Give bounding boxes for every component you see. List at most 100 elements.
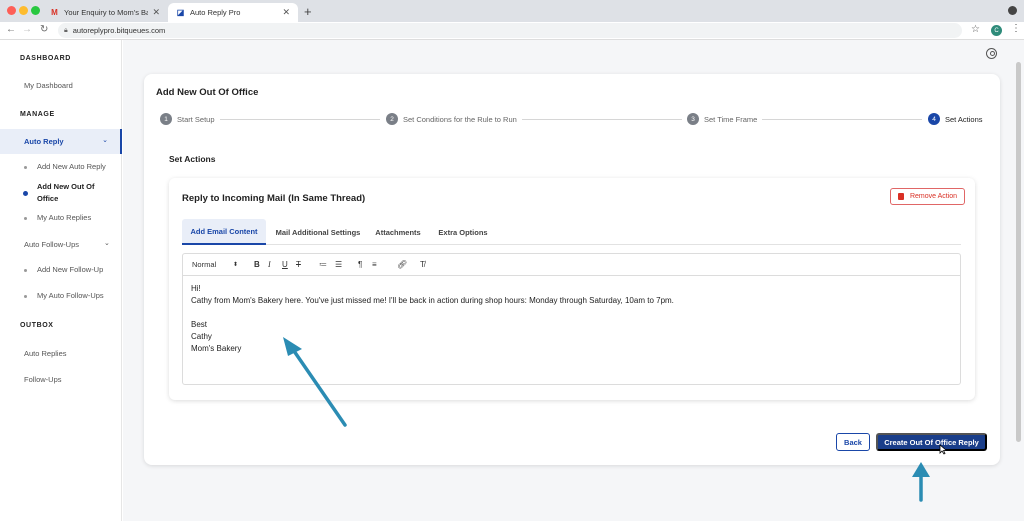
sidebar-heading-dashboard: DASHBOARD <box>20 55 71 62</box>
maximize-window-button[interactable] <box>31 6 40 15</box>
sidebar-item-my-auto-follow-ups[interactable]: My Auto Follow-Ups <box>37 290 104 302</box>
account-icon[interactable] <box>986 48 997 59</box>
select-arrows-icon[interactable]: ⬍ <box>233 261 238 268</box>
lock-icon: 🔒︎ <box>64 26 68 34</box>
step-2[interactable]: 2 Set Conditions for the Rule to Run <box>386 113 517 125</box>
sidebar-heading-outbox: OUTBOX <box>20 322 54 329</box>
link-icon[interactable]: 🔗︎ <box>397 260 407 269</box>
step-connector <box>522 119 682 120</box>
back-arrow-icon[interactable]: ← <box>6 24 16 35</box>
sidebar-item-label: Auto Reply <box>24 137 64 146</box>
back-button[interactable]: Back <box>836 433 870 451</box>
body-line: Cathy from Mom's Bakery here. You've jus… <box>191 296 674 305</box>
remove-action-button[interactable]: Remove Action <box>890 188 965 205</box>
bullet-icon <box>24 217 27 220</box>
tab-extra-options[interactable]: Extra Options <box>433 219 493 245</box>
trash-icon <box>897 193 904 200</box>
body-line: Cathy <box>191 332 212 341</box>
out-of-office-card: Add New Out Of Office 1 Start Setup 2 Se… <box>144 74 1000 465</box>
bullet-list-icon[interactable]: ☰ <box>335 260 342 269</box>
browser-status-icon[interactable] <box>1008 6 1017 15</box>
tab-mail-additional-settings[interactable]: Mail Additional Settings <box>269 219 367 245</box>
bullet-icon <box>24 166 27 169</box>
profile-avatar[interactable]: C <box>991 25 1002 36</box>
sidebar-item-auto-reply[interactable]: Auto Reply ⌄ <box>0 129 122 154</box>
sidebar-item-add-new-follow-up[interactable]: Add New Follow-Up <box>37 264 103 276</box>
tab-title: Your Enquiry to Mom's Bakery <box>64 8 149 17</box>
browser-tab-bar: M Your Enquiry to Mom's Bakery ✕ ◪ Auto … <box>0 0 1024 22</box>
close-window-button[interactable] <box>7 6 16 15</box>
browser-menu-icon[interactable]: ⋮ <box>1011 23 1021 34</box>
step-number: 3 <box>687 113 699 125</box>
active-bullet-icon <box>23 191 28 196</box>
format-select[interactable]: Normal <box>192 260 216 269</box>
tab-title: Auto Reply Pro <box>190 8 241 17</box>
body-line: Mom's Bakery <box>191 344 242 353</box>
step-label: Set Actions <box>945 114 983 124</box>
create-out-of-office-reply-button[interactable]: Create Out Of Office Reply <box>876 433 987 451</box>
step-1[interactable]: 1 Start Setup <box>160 113 215 125</box>
sidebar: DASHBOARD My Dashboard MANAGE Auto Reply… <box>0 40 122 521</box>
minimize-window-button[interactable] <box>19 6 28 15</box>
editor-toolbar: Normal ⬍ B I U T ≔ ☰ ¶ ≡ 🔗︎ T̸ <box>183 254 960 276</box>
email-body[interactable]: Hi! Cathy from Mom's Bakery here. You've … <box>191 283 674 355</box>
chevron-down-icon: ⌄ <box>102 137 108 144</box>
sidebar-item-my-auto-replies[interactable]: My Auto Replies <box>37 212 91 224</box>
sidebar-item-add-new-auto-reply[interactable]: Add New Auto Reply <box>37 161 106 173</box>
step-connector <box>762 119 922 120</box>
tab-attachments[interactable]: Attachments <box>370 219 426 245</box>
sidebar-item-outbox-auto-replies[interactable]: Auto Replies <box>24 349 67 358</box>
chevron-down-icon[interactable]: ⌄ <box>104 239 110 247</box>
clear-format-icon[interactable]: T̸ <box>420 260 425 269</box>
ordered-list-icon[interactable]: ≔ <box>319 260 327 269</box>
step-connector <box>220 119 380 120</box>
sidebar-item-my-dashboard[interactable]: My Dashboard <box>24 81 73 90</box>
paragraph-icon[interactable]: ¶ <box>358 260 362 269</box>
section-title: Set Actions <box>169 154 216 164</box>
address-bar: ← → ↻ 🔒︎ autoreplypro.bitqueues.com ☆ C … <box>0 22 1024 40</box>
sidebar-item-outbox-follow-ups[interactable]: Follow-Ups <box>24 375 62 384</box>
scrollbar[interactable] <box>1016 62 1021 442</box>
email-editor: Normal ⬍ B I U T ≔ ☰ ¶ ≡ 🔗︎ T̸ Hi! Cathy … <box>182 253 961 385</box>
step-3[interactable]: 3 Set Time Frame <box>687 113 757 125</box>
new-tab-button[interactable]: + <box>304 4 312 19</box>
bullet-icon <box>24 269 27 272</box>
url-field[interactable]: 🔒︎ autoreplypro.bitqueues.com <box>58 23 962 38</box>
body-line-blank: ​ <box>191 307 674 319</box>
bookmark-star-icon[interactable]: ☆ <box>971 24 980 35</box>
browser-tab-auto-reply-pro[interactable]: ◪ Auto Reply Pro ✕ <box>168 3 298 22</box>
step-label: Set Time Frame <box>704 114 758 124</box>
reload-icon[interactable]: ↻ <box>40 24 48 35</box>
step-4[interactable]: 4 Set Actions <box>928 113 983 125</box>
page-title: Add New Out Of Office <box>156 87 259 98</box>
action-tabs: Add Email Content Mail Additional Settin… <box>182 219 961 245</box>
gmail-icon: M <box>51 8 58 17</box>
step-label: Set Conditions for the Rule to Run <box>403 114 517 124</box>
close-tab-icon[interactable]: ✕ <box>152 7 160 18</box>
action-title: Reply to Incoming Mail (In Same Thread) <box>182 193 366 204</box>
browser-tab-gmail[interactable]: M Your Enquiry to Mom's Bakery ✕ <box>42 3 168 22</box>
url-text: autoreplypro.bitqueues.com <box>72 26 166 35</box>
step-number: 2 <box>386 113 398 125</box>
action-panel: Reply to Incoming Mail (In Same Thread) … <box>169 178 975 400</box>
step-number: 4 <box>928 113 940 125</box>
strikethrough-icon[interactable]: T <box>296 260 301 269</box>
step-label: Start Setup <box>177 114 215 124</box>
underline-icon[interactable]: U <box>282 260 288 269</box>
sidebar-item-auto-follow-ups[interactable]: Auto Follow-Ups <box>24 240 79 249</box>
sidebar-heading-manage: MANAGE <box>20 111 55 118</box>
bold-icon[interactable]: B <box>254 260 260 269</box>
sidebar-item-add-new-out-of-office[interactable]: Add New Out Of Office <box>37 181 107 205</box>
mouse-pointer-icon <box>939 444 948 455</box>
italic-icon[interactable]: I <box>268 260 271 269</box>
remove-action-label: Remove Action <box>909 193 958 200</box>
step-number: 1 <box>160 113 172 125</box>
body-line: Best <box>191 320 208 329</box>
bullet-icon <box>24 295 27 298</box>
close-tab-icon[interactable]: ✕ <box>282 7 290 18</box>
forward-arrow-icon[interactable]: → <box>22 24 32 35</box>
body-line: Hi! <box>191 284 201 293</box>
align-icon[interactable]: ≡ <box>372 260 377 269</box>
tab-add-email-content[interactable]: Add Email Content <box>182 219 266 245</box>
auto-reply-pro-icon: ◪ <box>176 8 185 17</box>
